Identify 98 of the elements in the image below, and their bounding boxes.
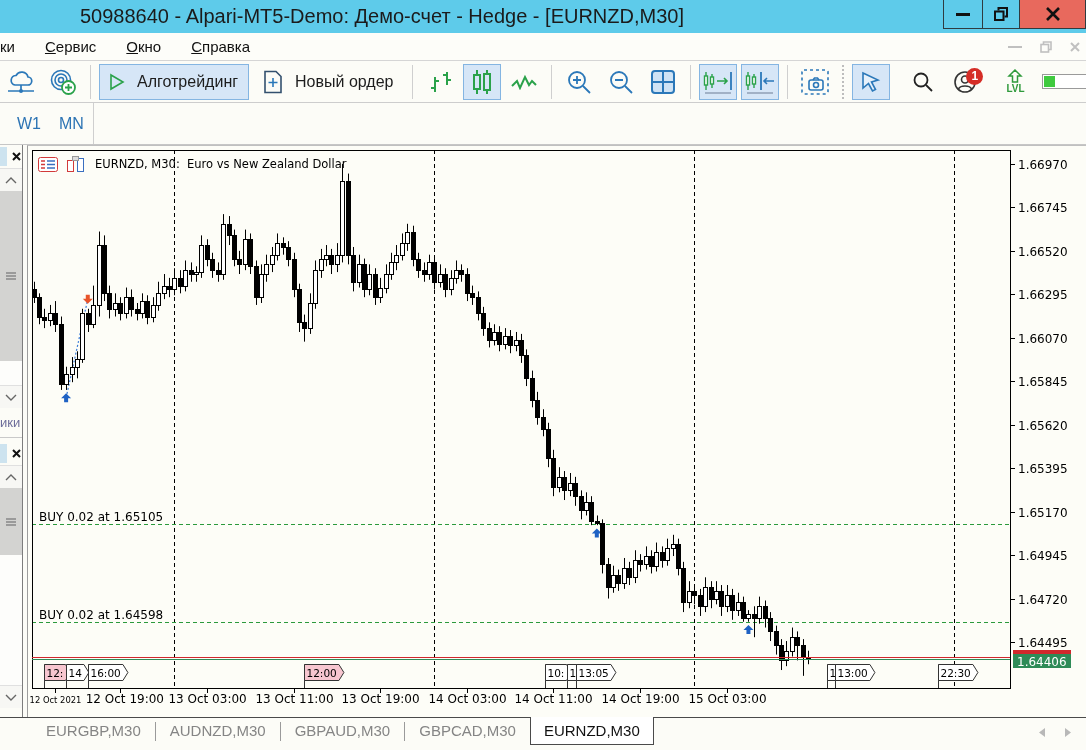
menu-item[interactable]: Сервис (44, 38, 97, 55)
cursor-icon (861, 70, 882, 93)
target-plus-icon (50, 68, 76, 95)
price-label: 1.65845 (1018, 375, 1068, 389)
algo-trading-button[interactable]: Алготрейдинг (99, 63, 250, 100)
chart-tab[interactable]: EURGBP,M30 (32, 717, 155, 745)
auto-scroll-button[interactable] (699, 63, 738, 100)
chart-title: EURNZD, M30: Euro vs New Zealand Dollar (95, 157, 347, 171)
scroll-down-button[interactable] (0, 685, 22, 708)
timeframe-button[interactable]: W1 (8, 103, 50, 144)
grid-icon (651, 69, 676, 94)
chevron-up-icon (5, 176, 17, 184)
restore-icon (994, 7, 1008, 21)
chevron-up-icon (5, 473, 17, 481)
menu-item[interactable]: Справка (191, 38, 251, 55)
price-label: 1.65620 (1018, 419, 1068, 433)
price-label: 1.66970 (1018, 158, 1068, 172)
event-flag: 22:30 (938, 664, 979, 689)
table-icon (38, 157, 58, 172)
ref-line-label: 1 (569, 666, 577, 679)
time-label: 13 Oct 11:00 (255, 692, 334, 706)
price-label: 1.66520 (1018, 245, 1068, 259)
chart-tab[interactable]: GBPCAD,M30 (405, 717, 530, 745)
event-flag: 12:00 (304, 664, 345, 689)
menu-item[interactable]: Окно (126, 38, 162, 55)
scroll-up-button[interactable] (0, 465, 22, 488)
timeframe-button[interactable]: MN (50, 103, 93, 144)
price-label: 1.64945 (1018, 549, 1068, 563)
menu-item[interactable]: ки (0, 38, 15, 55)
close-icon[interactable] (12, 152, 21, 161)
time-label: 13 Oct 19:00 (341, 692, 420, 706)
line-chart-icon (511, 73, 538, 90)
time-label: 13 Oct 03:00 (168, 692, 247, 706)
minimize-button[interactable] (943, 0, 983, 29)
price-label: 1.66295 (1018, 288, 1068, 302)
zoom-in-icon (567, 69, 592, 94)
camera-icon (801, 68, 830, 95)
price-label: 1.64495 (1018, 636, 1068, 650)
ref-line-label: 22:30 (940, 666, 971, 679)
up-arrow-icon (1007, 69, 1024, 83)
chart-tab[interactable]: AUDNZD,M30 (155, 717, 280, 745)
time-label: 14 Oct 11:00 (514, 692, 593, 706)
scroll-up-button[interactable] (0, 168, 22, 191)
user-icon (954, 70, 977, 93)
ref-line-label: 14 (68, 666, 83, 679)
event-flag: 16:00 (88, 664, 129, 689)
window-title: 50988640 - Alpari-MT5-Demo: Демо-счет - Hedge - [EURNZD,M30] (79, 4, 685, 29)
ref-line-label: 16:00 (90, 666, 121, 679)
cursor-button[interactable] (852, 63, 891, 100)
scroll-down-button[interactable] (0, 385, 22, 408)
ref-line-label: 10: (547, 666, 565, 679)
minimize-icon (956, 12, 970, 16)
search-icon (913, 71, 934, 92)
notification-badge: 1 (966, 67, 984, 85)
chart-tab[interactable]: EURNZD,M30 (529, 717, 654, 745)
level-button[interactable]: LVL (996, 63, 1035, 100)
time-label: 14 Oct 19:00 (601, 692, 680, 706)
chart-shift-button[interactable] (741, 63, 780, 100)
candles-arrow-left-icon (745, 69, 776, 94)
price-tag: 1.64406 (1013, 654, 1071, 669)
close-button[interactable] (1019, 0, 1086, 29)
price-label: 1.64720 (1018, 593, 1068, 607)
chart-icon (67, 156, 84, 172)
ref-line-label: 1 (829, 666, 837, 679)
scrollbar-thumb[interactable] (0, 488, 22, 555)
candles-arrow-right-icon (703, 69, 734, 94)
order-label: BUY 0.02 at 1.64598 (39, 607, 164, 622)
grip-icon (6, 272, 16, 280)
chevron-down-icon (5, 693, 17, 701)
event-flag: 13:05 (576, 664, 617, 689)
chevron-down-icon (5, 393, 17, 401)
time-label: 12 Oct 2021 (29, 695, 82, 705)
cloud-icon (7, 69, 35, 94)
order-label: BUY 0.02 at 1.65105 (39, 509, 164, 524)
grip-icon (6, 517, 16, 526)
time-label: 14 Oct 03:00 (428, 692, 507, 706)
price-label: 1.66745 (1018, 201, 1068, 215)
price-label: 1.65170 (1018, 506, 1068, 520)
close-icon[interactable] (12, 449, 21, 458)
bar-chart-icon (428, 70, 453, 93)
candlestick-icon (471, 69, 494, 94)
ref-line-label: 12:00 (306, 666, 337, 679)
new-order-button[interactable]: Новый ордер (253, 63, 405, 100)
price-label: 1.65395 (1018, 462, 1068, 476)
candlestick-button[interactable] (463, 63, 502, 100)
close-icon (1045, 7, 1060, 21)
panel-label: ики (0, 408, 22, 438)
price-label: 1.66070 (1018, 332, 1068, 346)
scrollbar-thumb[interactable] (0, 191, 22, 361)
time-label: 15 Oct 03:00 (688, 692, 767, 706)
play-icon (109, 72, 125, 91)
event-flag: 13:00 (835, 664, 876, 689)
time-label: 12 Oct 19:00 (85, 692, 164, 706)
chart-tab[interactable]: GBPAUD,M30 (280, 717, 405, 745)
event-flag: 14 (66, 664, 90, 689)
document-plus-icon (263, 69, 284, 94)
ref-line-label: 12: (46, 666, 64, 679)
zoom-out-icon (609, 69, 634, 94)
